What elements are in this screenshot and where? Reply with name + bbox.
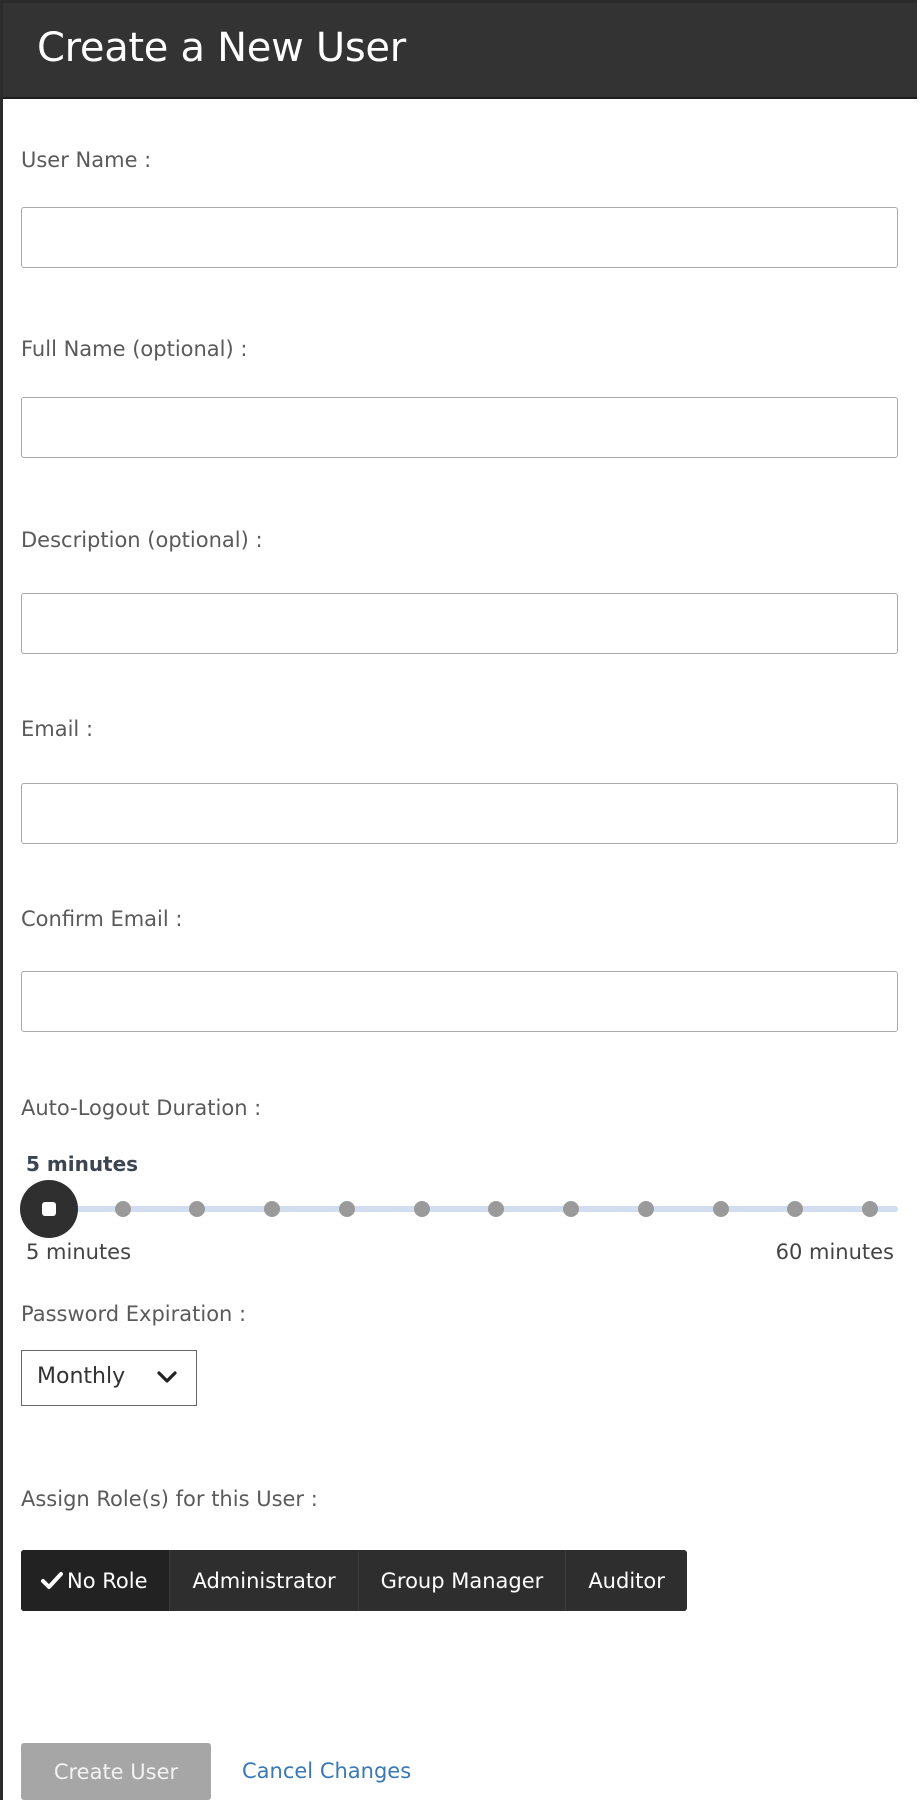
confirm-email-input[interactable] xyxy=(21,971,898,1032)
role-auditor-label: Auditor xyxy=(588,1568,665,1593)
slider-step-dot[interactable] xyxy=(712,1201,729,1217)
role-no-role-button[interactable]: No Role xyxy=(21,1550,171,1611)
create-user-button[interactable]: Create User xyxy=(21,1743,211,1800)
full-name-input[interactable] xyxy=(21,397,898,458)
email-label: Email : xyxy=(21,717,94,741)
password-expiration-value: Monthly xyxy=(37,1364,126,1389)
role-auditor-button[interactable]: Auditor xyxy=(566,1550,687,1611)
cancel-changes-link[interactable]: Cancel Changes xyxy=(242,1759,411,1783)
description-label: Description (optional) : xyxy=(21,528,263,552)
slider-handle[interactable] xyxy=(20,1180,78,1238)
description-input[interactable] xyxy=(21,593,898,654)
slider-track[interactable] xyxy=(48,1206,898,1212)
dialog-title: Create a New User xyxy=(37,25,406,71)
confirm-email-label: Confirm Email : xyxy=(21,907,183,931)
user-name-input[interactable] xyxy=(21,207,898,268)
slider-step-dot[interactable] xyxy=(563,1201,580,1217)
role-button-group: No Role Administrator Group Manager Audi… xyxy=(21,1550,687,1611)
slider-current-value: 5 minutes xyxy=(26,1152,139,1176)
role-group-manager-button[interactable]: Group Manager xyxy=(359,1550,567,1611)
slider-step-dot[interactable] xyxy=(862,1201,878,1217)
role-administrator-label: Administrator xyxy=(192,1568,336,1593)
full-name-label: Full Name (optional) : xyxy=(21,337,248,361)
slider-min-label: 5 minutes xyxy=(26,1240,132,1264)
role-no-role-label: No Role xyxy=(67,1568,148,1593)
chevron-down-icon xyxy=(157,1371,177,1383)
password-expiration-select[interactable]: Monthly xyxy=(21,1350,197,1406)
role-group-manager-label: Group Manager xyxy=(380,1568,544,1593)
role-administrator-button[interactable]: Administrator xyxy=(170,1550,359,1611)
user-name-label: User Name : xyxy=(21,148,152,172)
roles-label: Assign Role(s) for this User : xyxy=(21,1487,318,1511)
dialog-frame xyxy=(0,0,917,1800)
checkmark-icon xyxy=(41,1571,63,1589)
slider-handle-knob xyxy=(42,1202,56,1216)
slider-step-dot[interactable] xyxy=(413,1201,430,1217)
auto-logout-label: Auto-Logout Duration : xyxy=(21,1096,262,1120)
slider-step-dot[interactable] xyxy=(338,1201,355,1217)
slider-step-dot[interactable] xyxy=(637,1201,654,1217)
email-input[interactable] xyxy=(21,783,898,844)
slider-step-dot[interactable] xyxy=(114,1201,131,1217)
password-expiration-label: Password Expiration : xyxy=(21,1302,247,1326)
dialog-header: Create a New User xyxy=(3,3,917,99)
slider-max-label: 60 minutes xyxy=(775,1240,894,1264)
